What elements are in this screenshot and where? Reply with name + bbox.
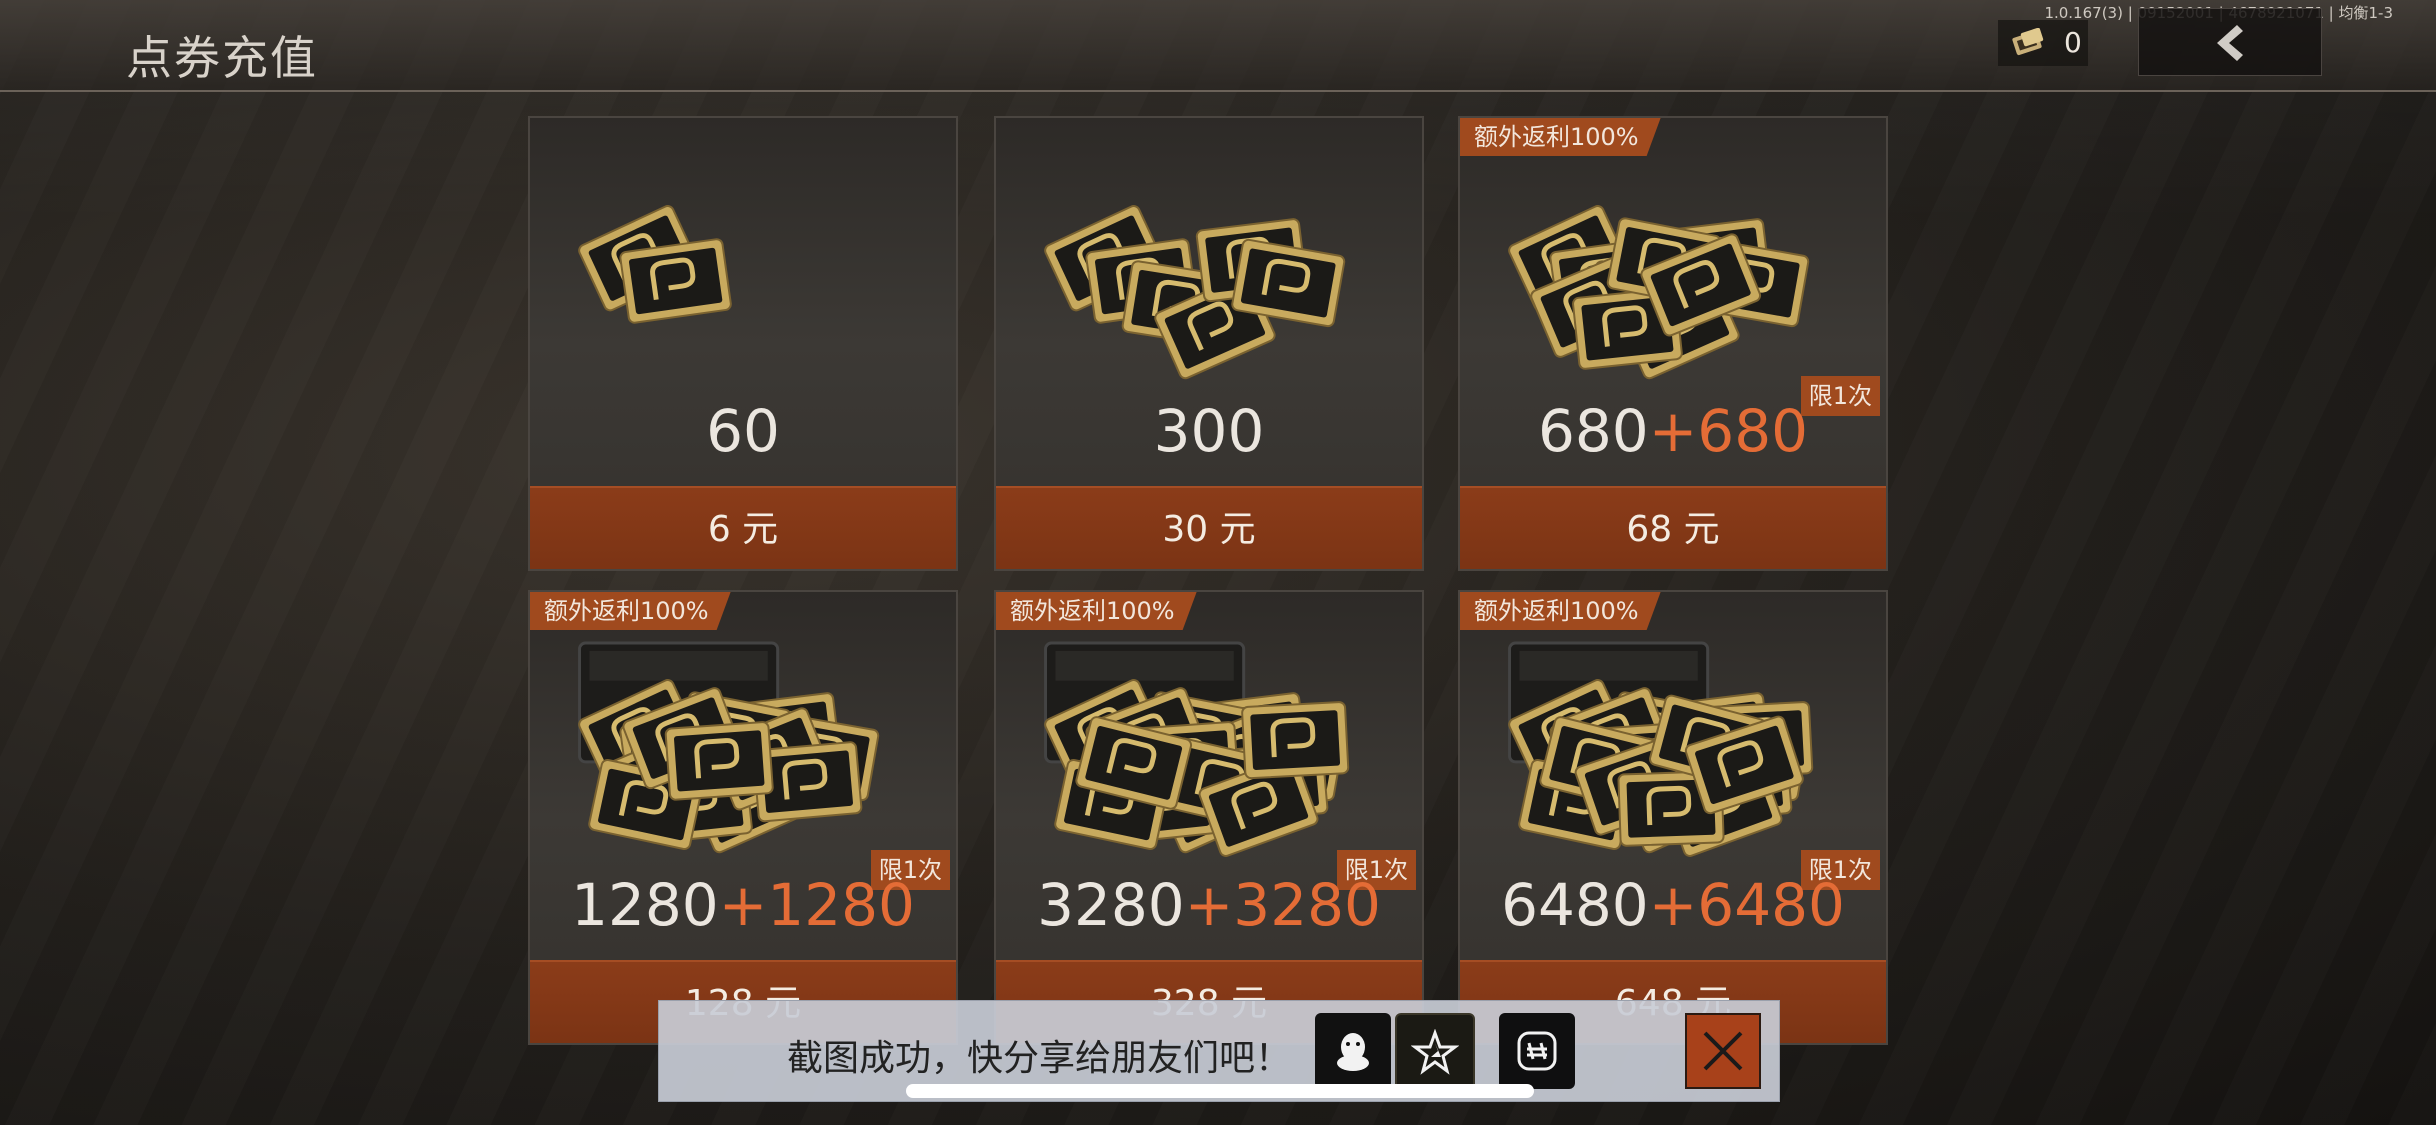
price-button[interactable]: 68 元	[1460, 486, 1886, 569]
coupon-amount: 300	[996, 402, 1422, 460]
recharge-card[interactable]: 额外返利100% 限1次 680+680 68 元	[1458, 116, 1888, 571]
share-qzone-button[interactable]	[1395, 1013, 1475, 1093]
coupon-icon	[2012, 28, 2044, 56]
share-qq-button[interactable]	[1315, 1013, 1391, 1089]
bonus-tag: 额外返利100%	[1460, 118, 1661, 156]
coupon-amount: 680+680	[1460, 402, 1886, 460]
currency-display: 0	[1998, 20, 2088, 66]
bonus-tag: 额外返利100%	[996, 592, 1197, 630]
coupon-amount: 1280+1280	[530, 876, 956, 934]
base-amount: 1280	[571, 871, 719, 939]
price-button[interactable]: 30 元	[996, 486, 1422, 569]
share-message: 截图成功，快分享给朋友们吧！	[787, 1038, 1292, 1079]
home-indicator	[906, 1084, 1534, 1098]
coupon-amount: 60	[530, 402, 956, 460]
chevron-left-icon	[2217, 25, 2243, 61]
recharge-card[interactable]: 额外返利100%限1次3280+3280328 元	[994, 590, 1424, 1045]
base-amount: 3280	[1037, 871, 1185, 939]
bonus-amount: +3280	[1184, 871, 1381, 939]
bonus-tag: 额外返利100%	[1460, 592, 1661, 630]
page-title: 点券充值	[126, 31, 318, 85]
qq-icon	[1337, 1033, 1369, 1071]
recharge-card[interactable]: 额外返利100%限1次6480+6480648 元	[1458, 590, 1888, 1045]
coupon-amount: 6480+6480	[1460, 876, 1886, 934]
base-amount: 60	[706, 397, 780, 465]
close-icon	[1703, 1031, 1743, 1071]
base-amount: 680	[1537, 397, 1649, 465]
wechat-moments-icon	[1517, 1031, 1557, 1071]
base-amount: 300	[1153, 397, 1265, 465]
share-moments-button[interactable]	[1499, 1013, 1575, 1089]
currency-count: 0	[2064, 26, 2082, 59]
bonus-amount: +680	[1648, 397, 1809, 465]
recharge-card[interactable]: 额外返利100%限1次1280+1280128 元	[528, 590, 958, 1045]
recharge-card[interactable]: 60 6 元	[528, 116, 958, 571]
price-button[interactable]: 6 元	[530, 486, 956, 569]
base-amount: 6480	[1501, 871, 1649, 939]
coupon-amount: 3280+3280	[996, 876, 1422, 934]
bonus-amount: +6480	[1648, 871, 1845, 939]
qzone-star-icon	[1411, 1029, 1459, 1075]
header-bar: 点券充值 1.0.167(3) | 09152001 | 4678921071 …	[0, 0, 2436, 92]
coupon-stack-image	[1044, 205, 1346, 380]
coupon-stack-image	[578, 205, 732, 324]
bonus-tag: 额外返利100%	[530, 592, 731, 630]
back-button[interactable]	[2138, 8, 2322, 76]
close-share-button[interactable]	[1685, 1013, 1761, 1089]
bonus-amount: +1280	[718, 871, 915, 939]
recharge-card[interactable]: 300 30 元	[994, 116, 1424, 571]
